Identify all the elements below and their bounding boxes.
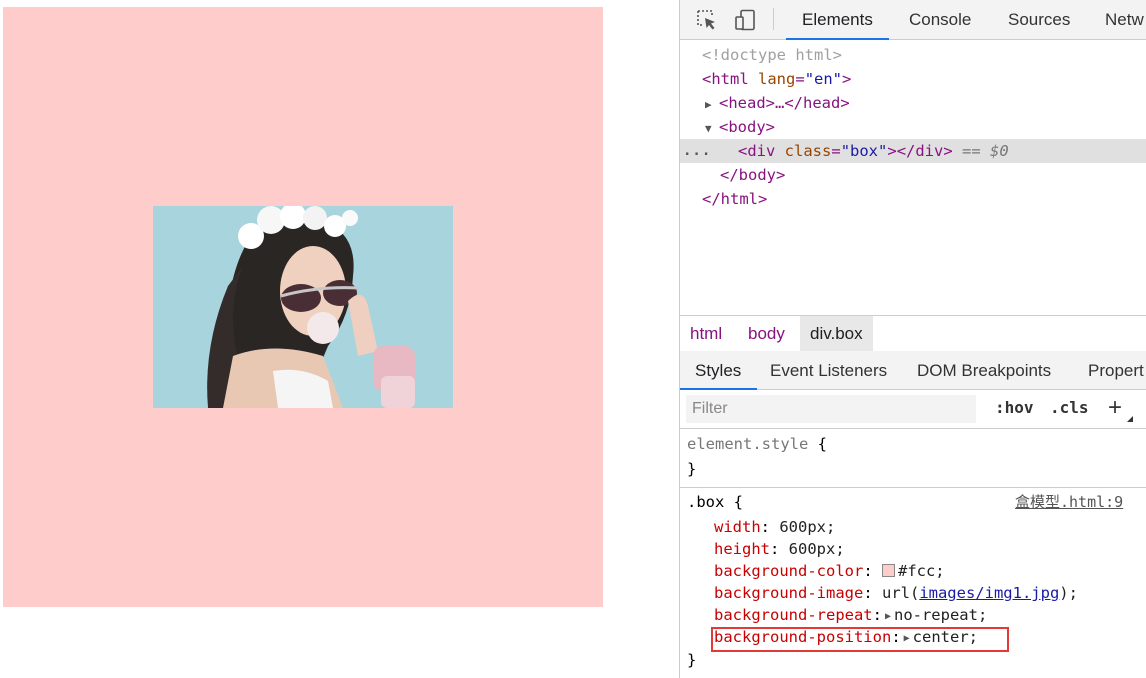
tab-properties[interactable]: Propert [1088, 351, 1144, 388]
dom-line-html[interactable]: <html lang="en"> [680, 67, 1146, 91]
dom-line-div-selected[interactable]: ... <div class="box"></div> == $0 [680, 139, 1146, 163]
tab-elements[interactable]: Elements [786, 0, 889, 40]
pink-box [3, 7, 603, 607]
styles-subtabs: Styles Event Listeners DOM Breakpoints P… [680, 351, 1146, 390]
expand-triangle-icon[interactable]: ▶ [705, 93, 719, 117]
html-close-tag: </html> [702, 190, 768, 208]
tab-styles[interactable]: Styles [680, 351, 758, 390]
dom-line-html-close[interactable]: </html> [680, 187, 1146, 211]
expand-triangle-icon[interactable]: ▶ [882, 606, 894, 628]
dom-line-doctype[interactable]: <!doctype html> [680, 43, 1146, 67]
url-prefix: url( [881, 584, 920, 602]
breadcrumb-html[interactable]: html [680, 316, 732, 351]
div-tag-close: ></div> [887, 142, 953, 160]
box-selector: .box [687, 493, 725, 511]
element-style-selector: element.style [687, 435, 809, 453]
doctype-node: <!doctype html> [702, 46, 842, 64]
dom-line-body[interactable]: ▼ <body> [680, 115, 1146, 139]
decl-height[interactable]: height: 600px; [714, 538, 845, 560]
prop-name[interactable]: background-repeat [714, 606, 873, 624]
decl-background-repeat[interactable]: background-repeat: ▶ no-repeat; [714, 604, 987, 626]
element-style-header: element.style { [687, 433, 827, 455]
prop-name[interactable]: background-image [714, 584, 863, 602]
body-node: <body> [719, 118, 775, 136]
hov-button[interactable]: :hov [995, 398, 1034, 417]
box-rule-close: } [687, 651, 697, 669]
selected-var: $0 [990, 142, 1009, 160]
decl-background-image[interactable]: background-image: url(images/img1.jpg); [714, 582, 1078, 604]
decl-width[interactable]: width: 600px; [714, 516, 835, 538]
div-class-attr: class [784, 142, 832, 160]
rule-divider [680, 487, 1146, 488]
tab-sources[interactable]: Sources [1008, 0, 1070, 38]
div-tag: <div [738, 142, 776, 160]
prop-value[interactable]: 600px; [789, 540, 845, 558]
breadcrumb-div-box[interactable]: div.box [800, 316, 873, 351]
background-photo [153, 206, 453, 408]
dom-tree: <!doctype html> <html lang="en"> ▶ <head>… [680, 40, 1146, 314]
html-tag-end: > [842, 70, 852, 88]
rule-source-link[interactable]: 盒模型.html:9 [1015, 491, 1123, 513]
more-options-icon[interactable]: ... [683, 139, 711, 163]
head-node: <head>…</head> [719, 94, 850, 112]
prop-name[interactable]: height [714, 540, 770, 558]
devtools-panel: Elements Console Sources Netw <!doctype … [679, 0, 1146, 678]
div-class-value: "box" [840, 142, 888, 160]
prop-name[interactable]: width [714, 518, 761, 536]
prop-name[interactable]: background-color [714, 562, 863, 580]
html-lang-attr: lang [758, 70, 796, 88]
styles-filter-bar: :hov .cls + [680, 390, 1146, 429]
body-close-tag: </body> [720, 166, 786, 184]
cls-button[interactable]: .cls [1050, 398, 1089, 417]
url-suffix: ); [1059, 584, 1078, 602]
tab-console[interactable]: Console [909, 0, 971, 38]
filter-input[interactable] [686, 395, 976, 423]
collapse-triangle-icon[interactable]: ▼ [705, 117, 719, 141]
prop-value[interactable]: no-repeat; [894, 606, 987, 624]
device-toolbar-icon[interactable] [734, 9, 756, 31]
tab-event-listeners[interactable]: Event Listeners [770, 351, 887, 388]
box-rule-open: { [733, 493, 744, 511]
html-lang-value: "en" [804, 70, 843, 88]
prop-value[interactable]: 600px; [779, 518, 835, 536]
selected-eq: == [962, 142, 981, 160]
prop-value[interactable]: #fcc; [898, 562, 945, 580]
html-tag: <html [702, 70, 749, 88]
dom-line-head[interactable]: ▶ <head>…</head> [680, 91, 1146, 115]
image-url-link[interactable]: images/img1.jpg [919, 584, 1059, 602]
element-style-close: } [687, 460, 697, 478]
tab-dom-breakpoints[interactable]: DOM Breakpoints [917, 351, 1051, 388]
color-swatch-icon[interactable] [881, 564, 895, 577]
breadcrumb-body[interactable]: body [738, 316, 795, 351]
plus-corner-icon [1127, 416, 1133, 422]
decl-background-color[interactable]: background-color: #fcc; [714, 560, 945, 582]
toolbar-separator [773, 8, 774, 30]
dom-line-body-close[interactable]: </body> [680, 163, 1146, 187]
devtools-toolbar: Elements Console Sources Netw [680, 0, 1146, 40]
breadcrumb: html body div.box [680, 315, 1146, 352]
rule-source[interactable]: 盒模型.html:9 [1015, 493, 1123, 511]
new-style-rule-button[interactable]: + [1108, 394, 1122, 422]
highlight-box [711, 627, 1009, 652]
inspect-element-icon[interactable] [696, 9, 718, 31]
element-style-open: { [817, 435, 828, 453]
html-attr-eq: = [795, 70, 805, 88]
div-attr-eq: = [831, 142, 841, 160]
box-rule-header[interactable]: .box { [687, 491, 743, 513]
tab-network[interactable]: Netw [1105, 0, 1144, 38]
